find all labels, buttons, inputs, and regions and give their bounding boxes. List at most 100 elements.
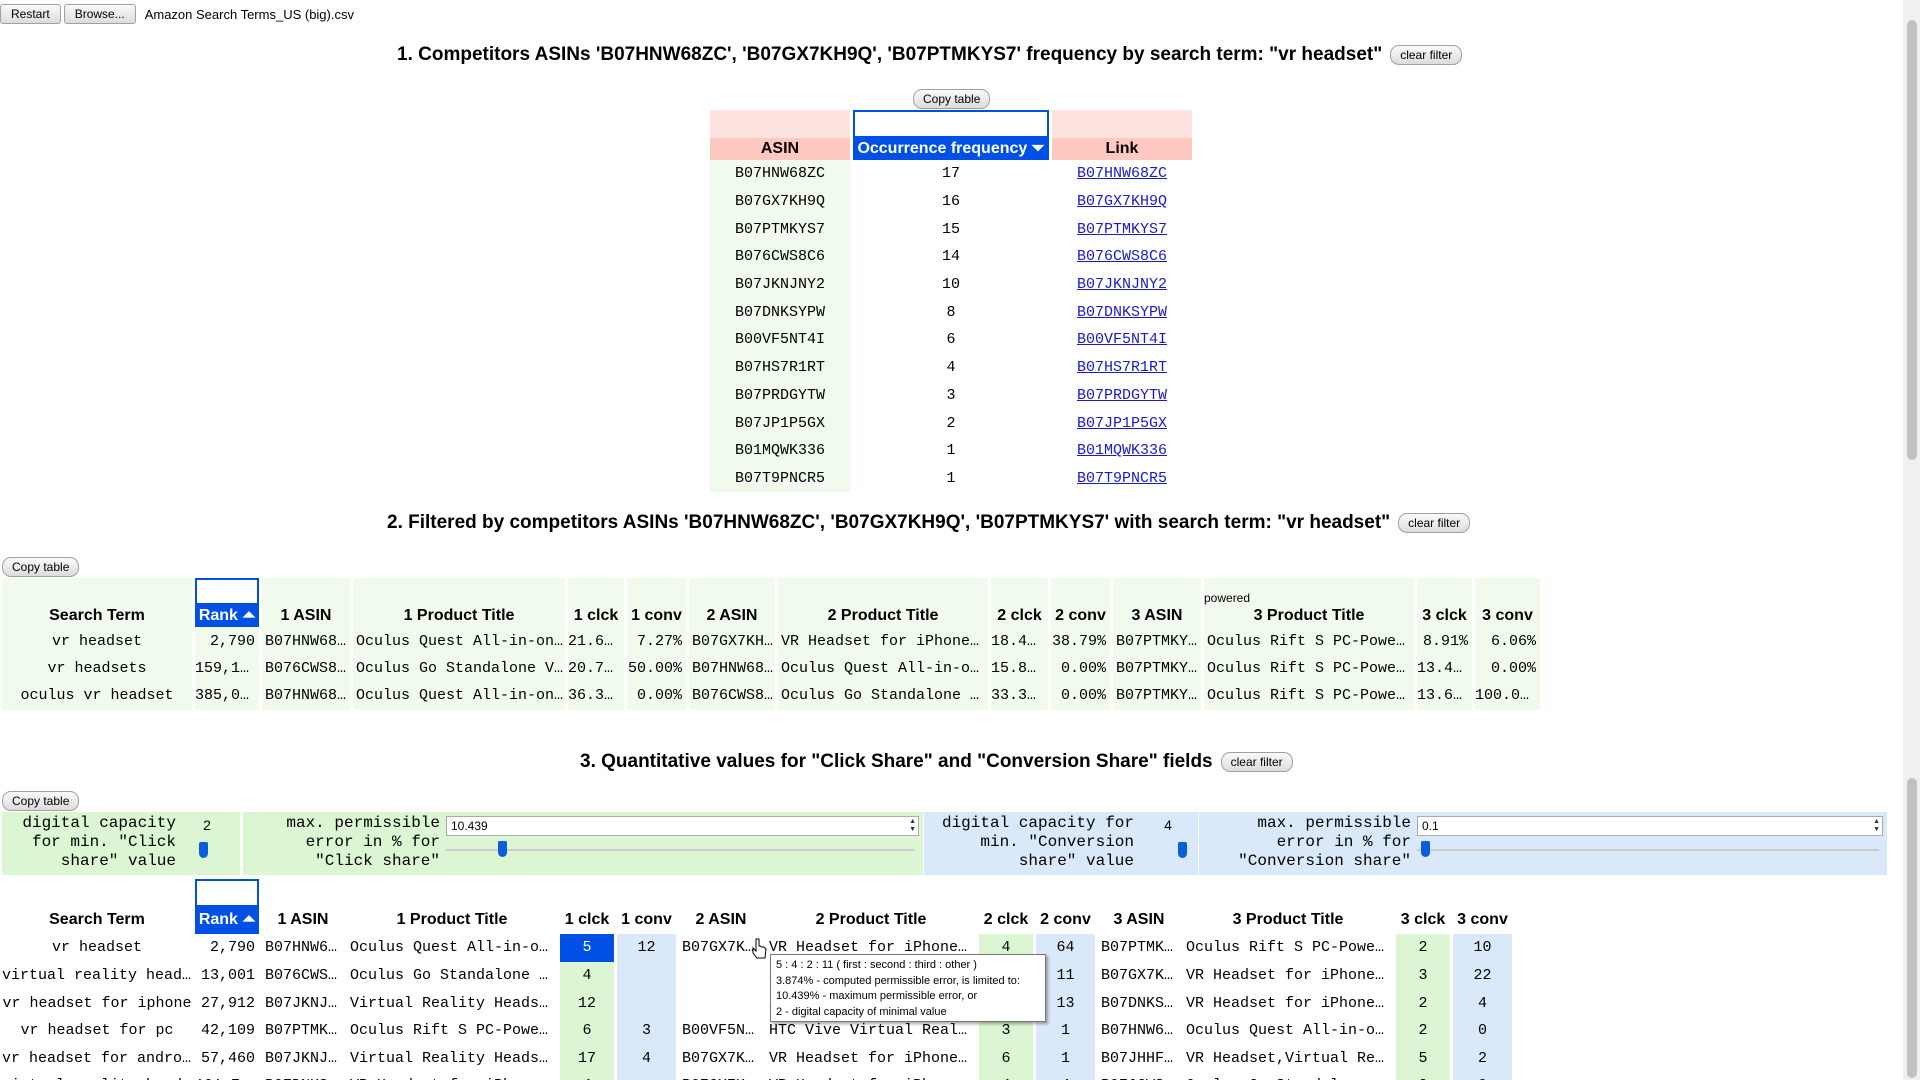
col-header[interactable]: 1 Product Title <box>353 605 565 628</box>
click-capacity-slider[interactable] <box>199 842 208 858</box>
filter-cell[interactable] <box>1051 578 1110 606</box>
asin-link[interactable]: B07HNW68ZC <box>1077 165 1167 182</box>
col-header[interactable]: Rank ⏶ <box>195 906 259 935</box>
filter-cell[interactable] <box>617 879 676 907</box>
asin-link[interactable]: B07PTMKYS7 <box>1077 221 1167 238</box>
filter-cell[interactable] <box>979 879 1033 907</box>
section3-clear-filter-button[interactable]: clear filter <box>1220 752 1293 772</box>
col-header[interactable]: 2 clck <box>979 906 1033 935</box>
asin-link[interactable]: B07PRDGYTW <box>1077 387 1167 404</box>
frequency-filter-input[interactable] <box>853 110 1049 138</box>
col-header[interactable]: Search Term <box>2 605 192 628</box>
table-cell: vr headset for androi… <box>2 1044 192 1073</box>
asin-link[interactable]: B07HS7R1RT <box>1077 359 1167 376</box>
file-name: Amazon Search Terms_US (big).csv <box>144 6 354 22</box>
conversion-capacity-slider[interactable] <box>1178 842 1187 858</box>
col-link[interactable]: Link <box>1052 138 1192 160</box>
col-header[interactable]: 3 conv <box>1453 906 1512 935</box>
filter-cell[interactable] <box>778 578 988 606</box>
filter-cell[interactable] <box>1113 578 1201 606</box>
table-cell: Oculus Go Standalone Vir… <box>1183 1072 1393 1080</box>
filter-cell[interactable]: powered <box>1204 578 1414 606</box>
col-header[interactable]: 1 clck <box>560 906 614 935</box>
col-header[interactable]: 1 clck <box>568 605 624 628</box>
click-error-control: max. permissible error in % for "Click s… <box>243 812 923 875</box>
col-header[interactable]: 3 ASIN <box>1098 906 1180 935</box>
scrollbar-thumb[interactable] <box>1907 20 1917 460</box>
page-scrollbar[interactable] <box>1903 0 1920 1080</box>
col-header[interactable]: 1 Product Title <box>347 906 557 935</box>
filter-cell[interactable] <box>2 879 192 907</box>
scrollbar-thumb[interactable] <box>1907 778 1917 1078</box>
col-header[interactable]: 2 clck <box>991 605 1048 628</box>
col-asin[interactable]: ASIN <box>710 138 850 160</box>
conversion-error-input[interactable]: 0.1 ▲ ▼ <box>1417 816 1883 836</box>
col-header[interactable]: 3 clck <box>1396 906 1450 935</box>
filter-cell[interactable] <box>1098 879 1180 907</box>
filter-cell[interactable] <box>679 879 763 907</box>
table-cell: Oculus Quest All-in-one … <box>778 654 988 683</box>
filter-cell[interactable] <box>353 578 565 606</box>
col-header[interactable]: 2 ASIN <box>679 906 763 935</box>
col-header[interactable]: 2 conv <box>1051 605 1110 628</box>
section1-clear-filter-button[interactable]: clear filter <box>1390 45 1463 65</box>
col-occurrence-frequency[interactable]: Occurrence frequency ⏷ <box>853 138 1049 160</box>
asin-link[interactable]: B07JP1P5GX <box>1077 415 1167 432</box>
filter-cell[interactable] <box>766 879 976 907</box>
filter-cell[interactable] <box>195 578 259 606</box>
section2-copy-table-button[interactable]: Copy table <box>2 557 80 577</box>
col-header[interactable]: 1 ASIN <box>262 605 350 628</box>
col-header[interactable]: 3 Product Title <box>1183 906 1393 935</box>
col-header[interactable]: 3 conv <box>1475 605 1540 628</box>
section1-copy-table-button[interactable]: Copy table <box>913 89 991 109</box>
filter-cell[interactable] <box>1183 879 1393 907</box>
col-header[interactable]: 2 Product Title <box>778 605 988 628</box>
col-header[interactable]: Rank ⏶ <box>195 605 259 628</box>
filter-cell[interactable] <box>627 578 686 606</box>
asin-link[interactable]: B07DNKSYPW <box>1077 304 1167 321</box>
asin-link[interactable]: B07JKNJNY2 <box>1077 276 1167 293</box>
filter-cell[interactable] <box>1396 879 1450 907</box>
filter-cell[interactable] <box>2 578 192 606</box>
filter-cell[interactable] <box>1417 578 1472 606</box>
filter-cell[interactable] <box>262 578 350 606</box>
asin-link[interactable]: B07T9PNCR5 <box>1077 470 1167 487</box>
asin-link[interactable]: B01MQWK336 <box>1077 442 1167 459</box>
section3-copy-table-button[interactable]: Copy table <box>2 791 80 811</box>
asin-link[interactable]: B07GX7KH9Q <box>1077 193 1167 210</box>
section2-clear-filter-button[interactable]: clear filter <box>1398 513 1471 533</box>
col-header[interactable]: 1 conv <box>617 906 676 935</box>
col-header[interactable]: 1 conv <box>627 605 686 628</box>
col-header[interactable]: 3 clck <box>1417 605 1472 628</box>
restart-button[interactable]: Restart <box>0 4 61 24</box>
col-header[interactable]: 2 Product Title <box>766 906 976 935</box>
asin-link[interactable]: B00VF5NT4I <box>1077 331 1167 348</box>
filter-cell[interactable] <box>195 879 259 907</box>
table-cell: B07JKNJNY2 <box>262 989 344 1017</box>
col-header[interactable]: 2 conv <box>1036 906 1095 935</box>
col-header[interactable]: 1 ASIN <box>262 906 344 935</box>
mouse-cursor-icon <box>752 938 767 959</box>
filter-cell[interactable] <box>560 879 614 907</box>
click-error-slider[interactable] <box>446 841 915 859</box>
col-header[interactable]: 3 ASIN <box>1113 605 1201 628</box>
filter-cell[interactable] <box>1475 578 1540 606</box>
tooltip-line: 10.439% - maximum permissible error, or <box>776 990 978 1002</box>
filter-cell[interactable] <box>1453 879 1512 907</box>
filter-cell[interactable] <box>262 879 344 907</box>
conversion-error-slider[interactable] <box>1417 841 1879 859</box>
col-header[interactable]: 2 ASIN <box>689 605 775 628</box>
filter-cell[interactable] <box>568 578 624 606</box>
filter-cell[interactable] <box>1036 879 1095 907</box>
filter-cell[interactable] <box>689 578 775 606</box>
asin-link[interactable]: B076CWS8C6 <box>1077 248 1167 265</box>
filter-cell[interactable] <box>347 879 557 907</box>
col-header[interactable]: Search Term <box>2 906 192 935</box>
click-error-input[interactable]: 10.439 ▲ ▼ <box>446 816 919 836</box>
browse-button[interactable]: Browse... <box>63 4 136 24</box>
filter-cell[interactable] <box>991 578 1048 606</box>
section3-title-text: 3. Quantitative values for "Click Share"… <box>580 751 1213 772</box>
conversion-capacity-control: digital capacity for min. "Conversion sh… <box>924 812 1198 875</box>
table-row: oculus vr headset 385,099 B07HNW68ZC Oculus… <box>2 682 1540 710</box>
col-header[interactable]: 3 Product Title <box>1204 605 1414 628</box>
